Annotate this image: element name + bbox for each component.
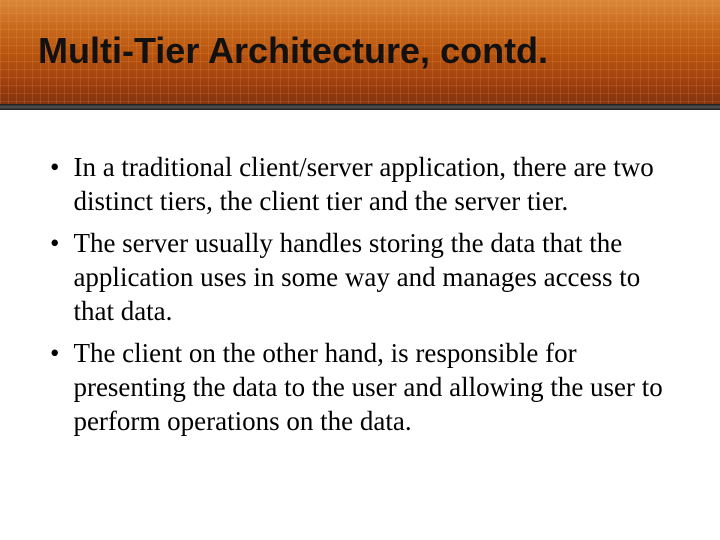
bullet-text: The client on the other hand, is respons… bbox=[73, 336, 670, 438]
header-band: Multi-Tier Architecture, contd. bbox=[0, 0, 720, 110]
bullet-marker-icon: • bbox=[50, 226, 59, 260]
slide-container: Multi-Tier Architecture, contd. • In a t… bbox=[0, 0, 720, 540]
bullet-marker-icon: • bbox=[50, 336, 59, 370]
list-item: • The client on the other hand, is respo… bbox=[50, 336, 670, 438]
bullet-text: The server usually handles storing the d… bbox=[73, 226, 670, 328]
slide-title: Multi-Tier Architecture, contd. bbox=[38, 30, 548, 72]
slide-content: • In a traditional client/server applica… bbox=[0, 110, 720, 540]
list-item: • The server usually handles storing the… bbox=[50, 226, 670, 328]
bullet-marker-icon: • bbox=[50, 150, 59, 184]
list-item: • In a traditional client/server applica… bbox=[50, 150, 670, 218]
bullet-list: • In a traditional client/server applica… bbox=[50, 150, 670, 438]
bullet-text: In a traditional client/server applicati… bbox=[73, 150, 670, 218]
